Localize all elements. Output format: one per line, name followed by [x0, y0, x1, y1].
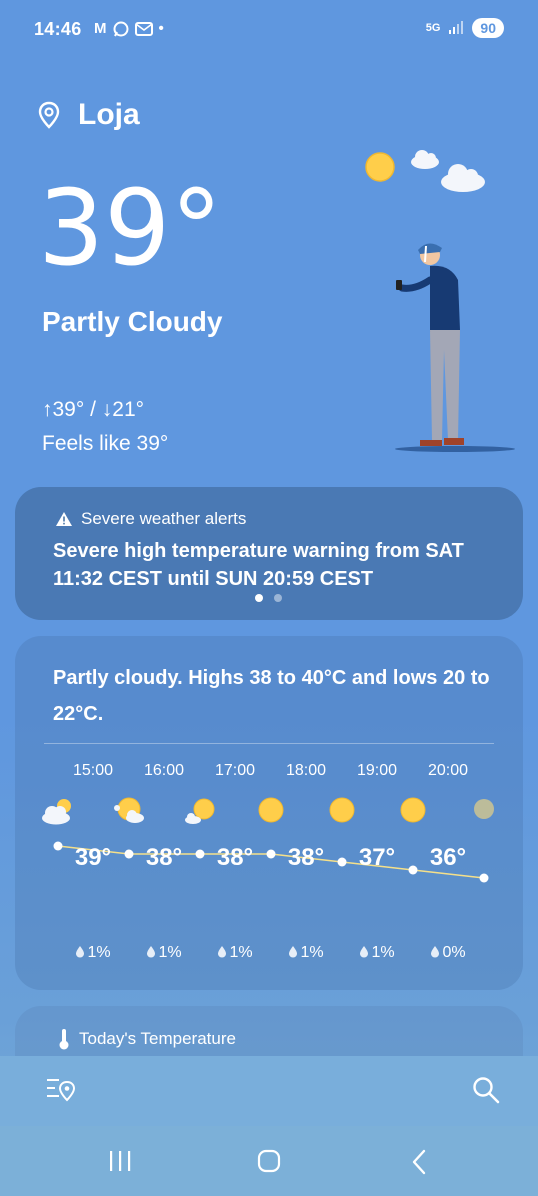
notification-icons: M •: [94, 20, 164, 37]
current-temperature: 39°: [38, 167, 223, 289]
high-low-temperature: ↑39° / ↓21°: [42, 398, 145, 421]
status-time: 14:46: [34, 19, 82, 39]
gmail-icon: M: [94, 20, 107, 37]
severe-weather-alert-card[interactable]: Severe weather alerts Severe high temper…: [15, 487, 523, 620]
recent-apps-icon[interactable]: [108, 1150, 132, 1172]
hourly-forecast-card[interactable]: Partly cloudy. Highs 38 to 40°C and lows…: [15, 636, 523, 990]
system-navigation-bar: [0, 1126, 538, 1196]
status-right: 5G 90: [426, 18, 504, 38]
alert-text: Severe high temperature warning from SAT…: [53, 540, 464, 590]
moon-icon: [474, 799, 494, 819]
hour-temperature: 35°: [484, 844, 496, 872]
signal-icon: [449, 21, 464, 34]
sun-icon: [258, 797, 284, 823]
manage-locations-icon[interactable]: [46, 1076, 76, 1102]
page-dot-2[interactable]: [274, 594, 282, 602]
notification-dot: •: [158, 20, 164, 37]
search-icon[interactable]: [472, 1076, 500, 1104]
hourly-forecast-list[interactable]: 15:00 39° 1% 16:00 38° 1% 17:00 38° 1% 18:00 38° 1%…: [15, 762, 496, 982]
battery-indicator: 90: [472, 18, 504, 38]
mail-icon: [134, 21, 153, 36]
alert-header: Severe weather alerts: [55, 509, 246, 529]
todays-temperature-label: Today's Temperature: [79, 1029, 236, 1048]
divider: [44, 743, 494, 744]
sun-icon: [329, 797, 355, 823]
network-type: 5G: [425, 22, 441, 34]
hour-item: 15:00 39° 1%: [23, 762, 113, 972]
raindrop-icon: [218, 946, 227, 958]
hour-item: 18:00 38° 1%: [236, 762, 326, 972]
hour-item: 17:00 38° 1%: [165, 762, 255, 972]
raindrop-icon: [431, 946, 440, 958]
raindrop-icon: [289, 946, 298, 958]
page-dot-1[interactable]: [255, 594, 263, 602]
hour-item: 21:00 35° 0%: [449, 762, 496, 972]
raindrop-icon: [76, 946, 85, 958]
thermometer-icon: [59, 1029, 69, 1050]
back-icon[interactable]: [410, 1149, 428, 1175]
sun-cloud-icon: [114, 797, 144, 823]
alert-header-label: Severe weather alerts: [81, 509, 247, 528]
current-condition: Partly Cloudy: [42, 306, 223, 337]
alert-page-indicator[interactable]: [255, 594, 282, 602]
hour-item: 19:00 37° 1%: [307, 762, 397, 972]
weather-illustration: [365, 150, 515, 452]
location-name: Loja: [78, 98, 140, 131]
raindrop-icon: [360, 946, 369, 958]
hour-item: 16:00 38° 1%: [94, 762, 184, 972]
warning-icon: [56, 512, 72, 526]
forecast-summary: Partly cloudy. Highs 38 to 40°C and lows…: [53, 667, 490, 725]
sun-icon: [400, 797, 426, 823]
location-pin-icon: [38, 101, 60, 129]
status-bar: 14:46 M • 5G 90: [0, 0, 538, 60]
sun-small-cloud-icon: [185, 798, 215, 824]
hour-item: 20:00 36° 0%: [378, 762, 468, 972]
hour-time: 21:00: [484, 762, 496, 780]
location-header[interactable]: Loja: [38, 98, 140, 132]
home-icon[interactable]: [257, 1149, 281, 1173]
bottom-app-bar: [0, 1056, 538, 1126]
cloud-sun-icon: [42, 799, 71, 825]
todays-temperature-header: Today's Temperature: [59, 1028, 236, 1050]
whatsapp-icon: [113, 21, 128, 36]
hour-precipitation: 0%: [484, 944, 496, 962]
raindrop-icon: [147, 946, 156, 958]
feels-like: Feels like 39°: [42, 432, 169, 455]
